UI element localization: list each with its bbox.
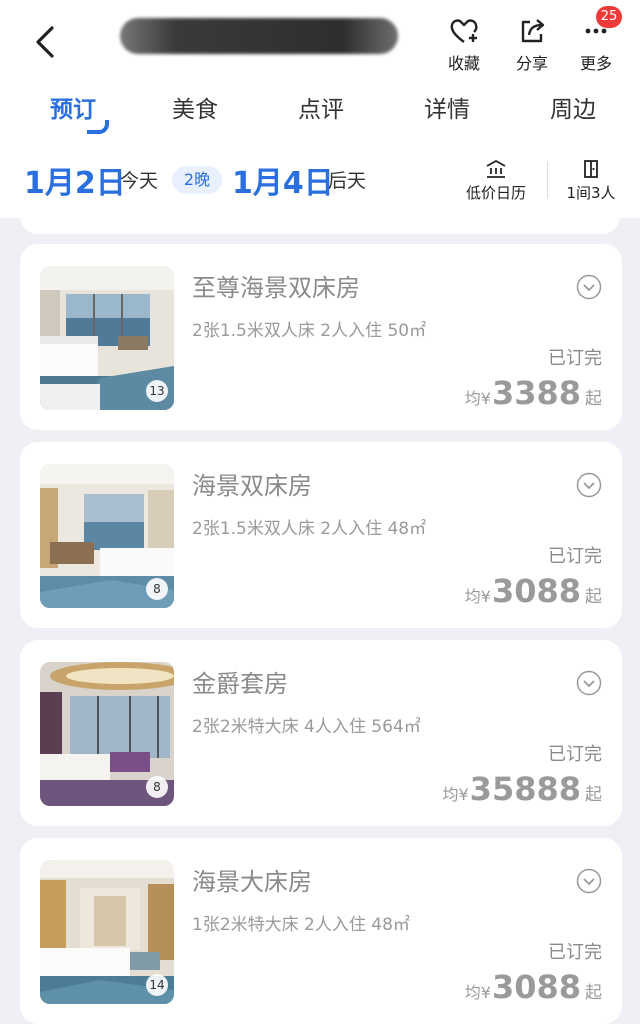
price: 均 ¥ 3388 起 <box>465 374 602 412</box>
price-value: 35888 <box>469 770 581 808</box>
share-label: 分享 <box>515 54 548 73</box>
price-currency: ¥ <box>480 983 491 1002</box>
redacted-hotel-title <box>120 18 398 54</box>
price-suffix: 起 <box>585 983 602 1003</box>
more-button[interactable]: 25 更多 <box>566 6 626 74</box>
soldout-label: 已订完 <box>548 348 602 369</box>
top-bar: 收藏 分享 25 更多 预订 美食 点评 详情 周边 1月2日 今天 2晚 1月… <box>0 0 640 218</box>
checkin-day-label: 今天 <box>120 170 159 192</box>
checkout-date[interactable]: 1月4日 <box>232 158 334 202</box>
divider <box>547 162 548 198</box>
room-card[interactable]: 8 海景双床房 2张1.5米双人床 2人入住 48㎡ 已订完 均 ¥ 3088 … <box>20 442 622 628</box>
photo-count-badge: 8 <box>146 776 168 798</box>
soldout-label: 已订完 <box>548 942 602 963</box>
calendar-bank-icon <box>486 160 506 178</box>
price: 均 ¥ 3088 起 <box>465 968 602 1006</box>
room-photo[interactable]: 13 <box>40 266 174 410</box>
tab-bar: 预订 美食 点评 详情 周边 <box>0 90 640 140</box>
price-currency: ¥ <box>458 785 469 804</box>
price-suffix: 起 <box>585 785 602 805</box>
room-card[interactable]: 13 至尊海景双床房 2张1.5米双人床 2人入住 50㎡ 已订完 均 ¥ 33… <box>20 244 622 430</box>
favorite-label: 收藏 <box>447 54 480 73</box>
price: 均 ¥ 35888 起 <box>442 770 602 808</box>
photo-count-badge: 13 <box>146 380 168 402</box>
chevron-down-icon[interactable] <box>576 274 602 300</box>
price: 均 ¥ 3088 起 <box>465 572 602 610</box>
chevron-down-icon[interactable] <box>576 868 602 894</box>
room-name: 金爵套房 <box>192 670 288 698</box>
price-value: 3088 <box>491 968 581 1006</box>
price-value: 3088 <box>491 572 581 610</box>
checkout-day-label: 后天 <box>328 170 367 192</box>
guests-label: 1间3人 <box>566 184 616 202</box>
price-calendar-label: 低价日历 <box>465 184 526 202</box>
share-button[interactable]: 分享 <box>502 14 562 74</box>
room-name: 海景双床房 <box>192 472 312 500</box>
tab-food[interactable]: 美食 <box>140 90 250 124</box>
room-spec: 1张2米特大床 2人入住 48㎡ <box>192 915 410 935</box>
chevron-down-icon[interactable] <box>576 670 602 696</box>
price-prefix: 均 <box>442 785 459 804</box>
price-currency: ¥ <box>480 389 491 408</box>
checkin-date[interactable]: 1月2日 <box>24 158 126 202</box>
room-photo[interactable]: 8 <box>40 464 174 608</box>
tab-booking[interactable]: 预订 <box>18 90 128 124</box>
back-arrow-icon[interactable] <box>30 22 60 62</box>
share-icon <box>521 19 545 43</box>
photo-count-badge: 14 <box>146 974 168 996</box>
price-suffix: 起 <box>585 587 602 607</box>
room-spec: 2张1.5米双人床 2人入住 48㎡ <box>192 519 427 539</box>
heart-plus-icon <box>450 19 478 43</box>
room-photo[interactable]: 14 <box>40 860 174 1004</box>
nights-badge: 2晚 <box>172 166 222 194</box>
photo-count-badge: 8 <box>146 578 168 600</box>
soldout-label: 已订完 <box>548 744 602 765</box>
tab-details[interactable]: 详情 <box>392 90 502 124</box>
price-prefix: 均 <box>464 587 481 606</box>
price-prefix: 均 <box>464 389 481 408</box>
room-list[interactable]: 13 至尊海景双床房 2张1.5米双人床 2人入住 50㎡ 已订完 均 ¥ 33… <box>0 218 640 1024</box>
room-name: 海景大床房 <box>192 868 312 896</box>
price-calendar-button[interactable]: 低价日历 <box>456 156 536 203</box>
favorite-button[interactable]: 收藏 <box>434 14 494 74</box>
room-photo[interactable]: 8 <box>40 662 174 806</box>
chevron-down-icon[interactable] <box>576 472 602 498</box>
room-door-icon <box>584 160 598 178</box>
more-label: 更多 <box>579 54 612 73</box>
room-spec: 2张1.5米双人床 2人入住 50㎡ <box>192 321 427 341</box>
room-card[interactable]: 14 海景大床房 1张2米特大床 2人入住 48㎡ 已订完 均 ¥ 3088 起 <box>20 838 622 1024</box>
tab-reviews[interactable]: 点评 <box>266 90 376 124</box>
room-name: 至尊海景双床房 <box>192 274 360 302</box>
tab-nearby[interactable]: 周边 <box>518 90 628 124</box>
active-tab-indicator <box>87 120 109 134</box>
price-currency: ¥ <box>480 587 491 606</box>
price-suffix: 起 <box>585 389 602 409</box>
price-prefix: 均 <box>464 983 481 1002</box>
date-selector[interactable]: 1月2日 今天 2晚 1月4日 后天 低价日历 1间3人 <box>0 148 640 208</box>
guests-button[interactable]: 1间3人 <box>556 156 626 203</box>
price-value: 3388 <box>491 374 581 412</box>
soldout-label: 已订完 <box>548 546 602 567</box>
room-spec: 2张2米特大床 4人入住 564㎡ <box>192 717 421 737</box>
notification-badge: 25 <box>596 6 622 28</box>
previous-card-edge <box>20 218 620 234</box>
room-card[interactable]: 8 金爵套房 2张2米特大床 4人入住 564㎡ 已订完 均 ¥ 35888 起 <box>20 640 622 826</box>
